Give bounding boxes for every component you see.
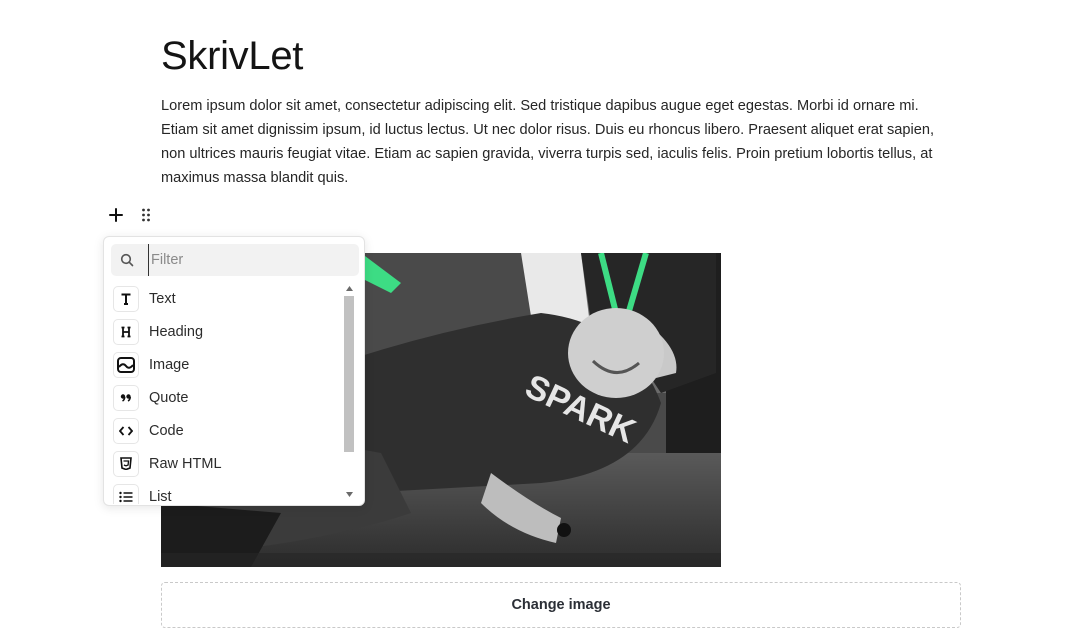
menu-item-image[interactable]: Image: [104, 348, 342, 381]
menu-item-label: Heading: [149, 323, 204, 340]
block-type-list: Text Heading Image Quote Code Raw HTML L…: [104, 282, 342, 504]
change-image-button[interactable]: Change image: [161, 582, 961, 628]
scroll-down-arrow-icon[interactable]: [342, 488, 356, 500]
scroll-thumb[interactable]: [344, 296, 354, 452]
block-controls: [106, 204, 156, 226]
list-icon: [113, 483, 139, 504]
menu-item-label: Text: [149, 290, 176, 307]
menu-item-quote[interactable]: Quote: [104, 381, 342, 414]
quote-icon: [113, 384, 139, 411]
block-type-menu: Text Heading Image Quote Code: [103, 236, 365, 506]
menu-item-label: Image: [149, 356, 190, 373]
heading-icon: [113, 318, 139, 345]
filter-field[interactable]: [111, 244, 359, 276]
menu-scrollbar[interactable]: [342, 282, 356, 500]
menu-item-label: Code: [149, 422, 184, 439]
menu-item-text[interactable]: Text: [104, 282, 342, 315]
image-icon: [113, 351, 139, 378]
menu-item-label: List: [149, 488, 172, 505]
plus-icon[interactable]: [106, 204, 126, 226]
code-icon: [113, 417, 139, 444]
page-title[interactable]: SkrivLet: [161, 34, 303, 79]
menu-item-label: Raw HTML: [149, 455, 222, 472]
html5-icon: [113, 450, 139, 477]
scroll-up-arrow-icon[interactable]: [342, 282, 356, 294]
menu-item-list[interactable]: List: [104, 480, 342, 504]
menu-item-heading[interactable]: Heading: [104, 315, 342, 348]
menu-item-code[interactable]: Code: [104, 414, 342, 447]
body-paragraph[interactable]: Lorem ipsum dolor sit amet, consectetur …: [161, 94, 951, 190]
menu-item-raw-html[interactable]: Raw HTML: [104, 447, 342, 480]
drag-handle-icon[interactable]: [136, 204, 156, 226]
filter-input[interactable]: [148, 244, 348, 276]
search-icon: [111, 244, 143, 276]
menu-item-label: Quote: [149, 389, 189, 406]
text-icon: [113, 285, 139, 312]
